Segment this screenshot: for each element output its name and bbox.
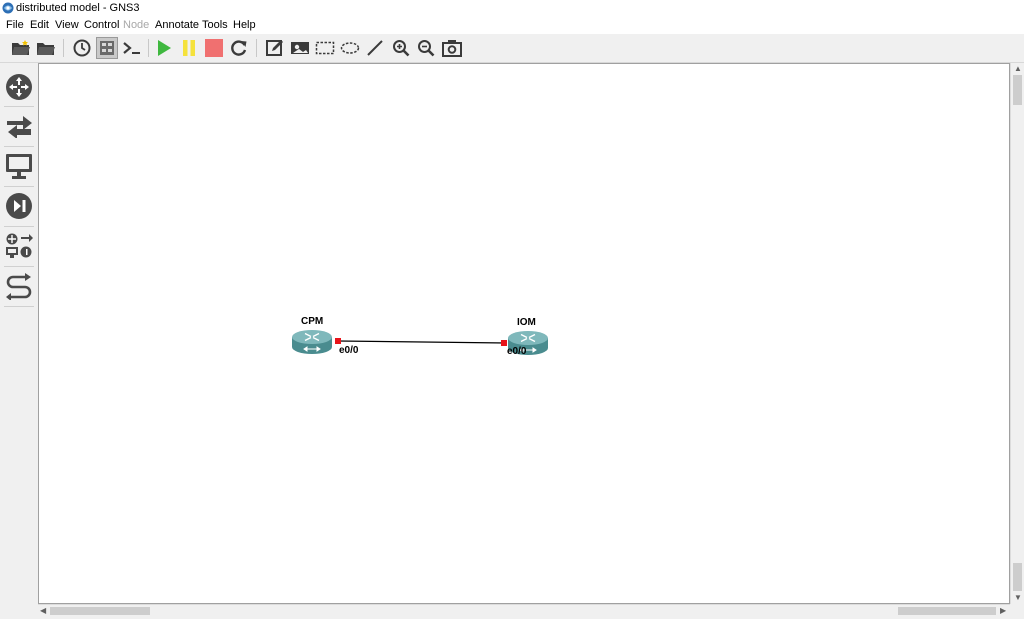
- add-link-button[interactable]: [3, 269, 35, 303]
- start-all-button[interactable]: [153, 37, 175, 59]
- start-all-icon: [158, 40, 171, 56]
- node-label-iom: IOM: [517, 317, 536, 328]
- draw-ellipse-icon: [340, 42, 360, 54]
- snapshot-button[interactable]: [71, 37, 93, 59]
- main-toolbar: [0, 34, 1024, 63]
- browse-end-devices-button[interactable]: [3, 149, 35, 183]
- device-sidebar: [0, 63, 38, 619]
- scroll-up-icon[interactable]: ▲: [1014, 65, 1022, 73]
- open-project-button[interactable]: [35, 37, 57, 59]
- horizontal-scroll-track-end: [898, 607, 996, 615]
- show-interface-labels-button[interactable]: [96, 37, 118, 59]
- menu-edit[interactable]: Edit: [30, 19, 49, 32]
- draw-rectangle-button[interactable]: [314, 37, 336, 59]
- add-note-button[interactable]: [264, 37, 286, 59]
- title-bar: distributed model - GNS3: [0, 0, 1024, 17]
- menu-tools[interactable]: Tools: [202, 19, 228, 32]
- screenshot-icon: [442, 40, 462, 57]
- new-project-button[interactable]: [10, 37, 32, 59]
- browse-routers-button[interactable]: [3, 70, 35, 104]
- suspend-all-icon: [183, 40, 195, 56]
- browse-security-devices-button[interactable]: [3, 189, 35, 223]
- browse-switches-button[interactable]: [3, 109, 35, 143]
- end-devices-icon: [6, 154, 32, 179]
- window-title: distributed model - GNS3: [16, 2, 140, 14]
- all-devices-icon: [6, 233, 33, 258]
- scroll-right-icon[interactable]: ▶: [1000, 607, 1006, 615]
- show-interface-labels-icon: [100, 41, 114, 55]
- horizontal-scroll-thumb[interactable]: [50, 607, 150, 615]
- suspend-all-button[interactable]: [178, 37, 200, 59]
- port-indicator-cpm: [335, 338, 341, 344]
- node-label-cpm: CPM: [301, 316, 324, 327]
- add-note-icon: [266, 40, 283, 56]
- browse-all-devices-button[interactable]: [3, 229, 35, 263]
- insert-image-button[interactable]: [289, 37, 311, 59]
- open-project-icon: [37, 43, 55, 55]
- menu-bar: File Edit View Control Node Annotate Too…: [0, 17, 1024, 34]
- topology-canvas[interactable]: CPM e0/0 IOM e0/0: [38, 63, 1010, 604]
- menu-node: Node: [123, 19, 150, 31]
- port-label-cpm: e0/0: [339, 345, 359, 356]
- new-project-icon: [12, 40, 30, 55]
- insert-image-icon: [291, 42, 309, 54]
- scroll-down-icon[interactable]: ▼: [1014, 594, 1022, 602]
- console-all-button[interactable]: [121, 37, 143, 59]
- port-label-iom: e0/0: [507, 346, 527, 357]
- switches-icon: [7, 116, 32, 138]
- zoom-in-button[interactable]: [390, 37, 412, 59]
- vertical-scroll-track-end: [1013, 563, 1022, 591]
- console-all-icon: [123, 42, 140, 54]
- stop-all-icon: [205, 39, 223, 57]
- menu-file[interactable]: File: [6, 19, 24, 32]
- vertical-scrollbar[interactable]: ▲ ▼: [1010, 63, 1024, 604]
- routers-icon: [6, 74, 32, 100]
- gns3-app-icon: [2, 2, 14, 14]
- menu-help[interactable]: Help: [233, 19, 256, 32]
- scroll-left-icon[interactable]: ◀: [40, 607, 46, 615]
- router-icon: [292, 330, 332, 354]
- reload-all-button[interactable]: [228, 37, 250, 59]
- node-cpm[interactable]: [291, 328, 333, 356]
- snapshot-icon: [73, 39, 91, 57]
- draw-line-icon: [367, 40, 383, 56]
- vertical-scroll-thumb[interactable]: [1013, 75, 1022, 105]
- security-devices-icon: [6, 193, 32, 219]
- reload-all-icon: [231, 40, 247, 56]
- menu-annotate[interactable]: Annotate: [155, 19, 199, 32]
- draw-line-button[interactable]: [364, 37, 386, 59]
- menu-view[interactable]: View: [55, 19, 79, 32]
- screenshot-button[interactable]: [441, 37, 463, 59]
- zoom-out-button[interactable]: [415, 37, 437, 59]
- menu-control[interactable]: Control: [84, 19, 119, 32]
- stop-all-button[interactable]: [203, 37, 225, 59]
- draw-rectangle-icon: [315, 41, 335, 55]
- add-link-icon: [6, 273, 32, 300]
- horizontal-scrollbar[interactable]: ◀ ▶: [38, 604, 1010, 617]
- zoom-out-icon: [418, 40, 435, 57]
- zoom-in-icon: [393, 40, 410, 57]
- draw-ellipse-button[interactable]: [339, 37, 361, 59]
